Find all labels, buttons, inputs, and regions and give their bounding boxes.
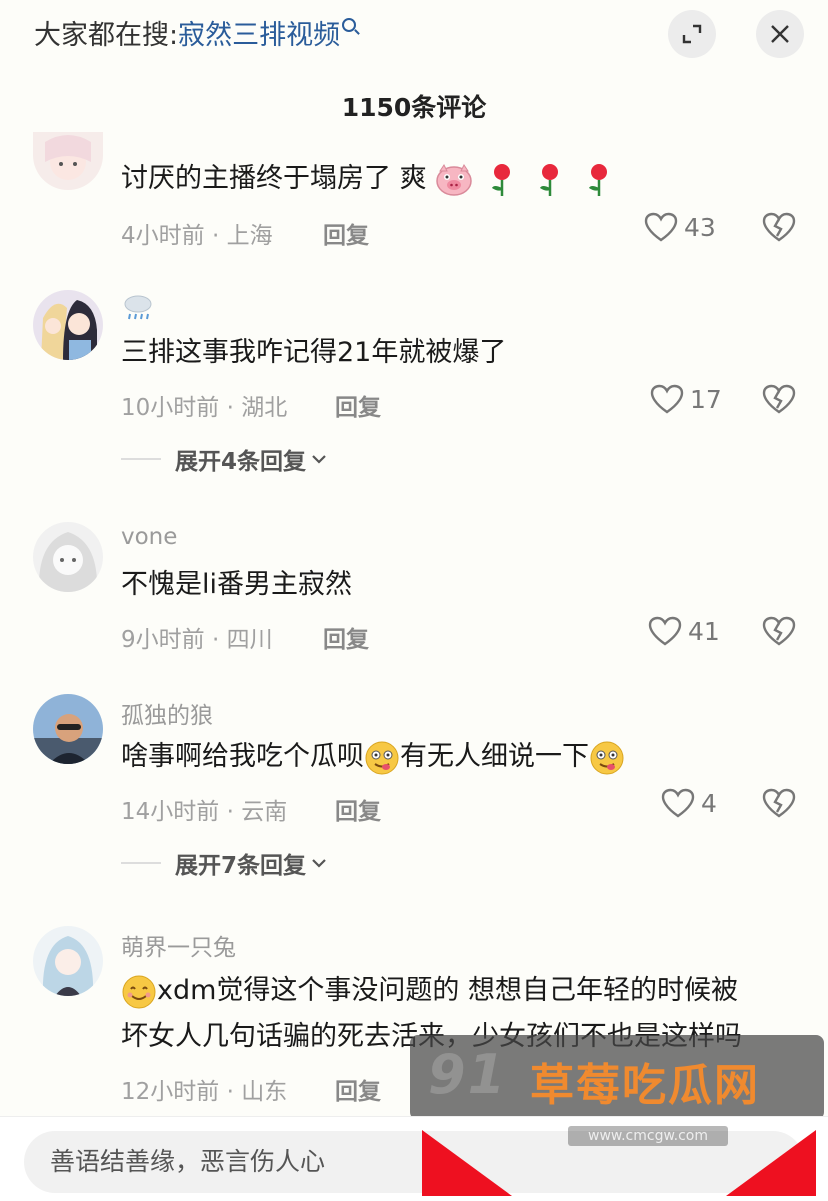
red-triangle-right-icon [726,1130,816,1196]
expand-button[interactable] [668,10,716,58]
divider-line [121,862,161,864]
rose-emoji-icon [588,163,607,196]
comment-text: 三排这事我咋记得21年就被爆了 [121,337,507,368]
like-button[interactable]: 4 [661,788,717,818]
close-icon [771,25,789,43]
avatar[interactable] [33,694,103,764]
watermark-brand: 草莓吃瓜网 [530,1060,760,1111]
comment-text: 不愧是li番男主寂然 [121,569,353,600]
broken-heart-icon [762,616,796,646]
smiling-face-emoji-icon [122,975,156,1008]
expand-replies-button[interactable]: 展开4条回复 [121,442,328,476]
comment-meta: 9小时前 · 四川 [121,627,273,653]
avatar[interactable] [33,290,103,360]
top-bar: 大家都在搜:寂然三排视频 [0,0,828,72]
watermark-logo: 91 [428,1043,508,1106]
reply-button[interactable]: 回复 [335,1072,381,1106]
comment-text-line: xdm觉得这个事没问题的 想想自己年轻的时候被 [121,972,738,1010]
search-icon [342,18,357,32]
heart-icon [648,616,682,646]
expand-replies-button[interactable]: 展开7条回复 [121,846,328,880]
broken-heart-icon [762,384,796,414]
close-button[interactable] [756,10,804,58]
comment-text: 讨厌的主播终于塌房了 爽 [121,160,619,198]
username[interactable]: 萌界一只兔 [121,928,236,962]
divider-line [121,458,161,460]
like-count: 41 [688,616,720,646]
watermark-url: www.cmcgw.com [568,1126,728,1146]
rose-emoji-icon [540,163,559,196]
avatar[interactable] [33,522,103,592]
red-triangle-left-icon [422,1130,512,1196]
reply-button[interactable]: 回复 [323,620,369,654]
expand-replies-label: 展开4条回复 [175,449,307,475]
comment-meta: 14小时前 · 云南 [121,799,288,825]
avatar[interactable] [33,132,103,190]
dislike-button[interactable] [762,788,796,822]
trending-search-prefix: 大家都在搜: [34,20,179,51]
heart-icon [661,788,695,818]
username[interactable]: 孤独的狼 [121,696,213,730]
comment-meta: 10小时前 · 湖北 [121,395,288,421]
yummy-face-emoji-icon [590,741,624,774]
chevron-down-icon [312,455,326,464]
chevron-down-icon [312,859,326,868]
reply-button[interactable]: 回复 [323,216,369,250]
rose-emoji-icon [491,163,510,196]
heart-icon [650,384,684,414]
dislike-button[interactable] [762,616,796,650]
comment-meta: 4小时前 · 上海 [121,223,273,249]
cloud-rain-emoji-icon [121,292,155,326]
yummy-face-emoji-icon [365,741,399,774]
pig-emoji-icon [436,163,472,196]
trending-search-hint[interactable]: 大家都在搜:寂然三排视频 [34,18,357,54]
username[interactable]: vone [121,524,177,550]
reply-button[interactable]: 回复 [335,388,381,422]
heart-icon [644,212,678,242]
like-button[interactable]: 17 [650,384,722,414]
dislike-button[interactable] [762,384,796,418]
watermark-banner: 91 草莓吃瓜网 [410,1035,824,1120]
like-count: 43 [684,212,716,242]
trending-search-term[interactable]: 寂然三排视频 [178,20,340,51]
expand-replies-label: 展开7条回复 [175,853,307,879]
like-button[interactable]: 41 [648,616,720,646]
like-count: 17 [690,384,722,414]
like-count: 4 [701,788,717,818]
broken-heart-icon [762,212,796,242]
broken-heart-icon [762,788,796,818]
avatar[interactable] [33,926,103,996]
comment-text: 啥事啊给我吃个瓜呗 有无人细说一下 [121,738,625,776]
comment-meta: 12小时前 · 山东 [121,1079,288,1105]
dislike-button[interactable] [762,212,796,246]
like-button[interactable]: 43 [644,212,716,242]
comment-count: 1150条评论 [341,93,487,122]
reply-button[interactable]: 回复 [335,792,381,826]
expand-icon [682,24,702,44]
